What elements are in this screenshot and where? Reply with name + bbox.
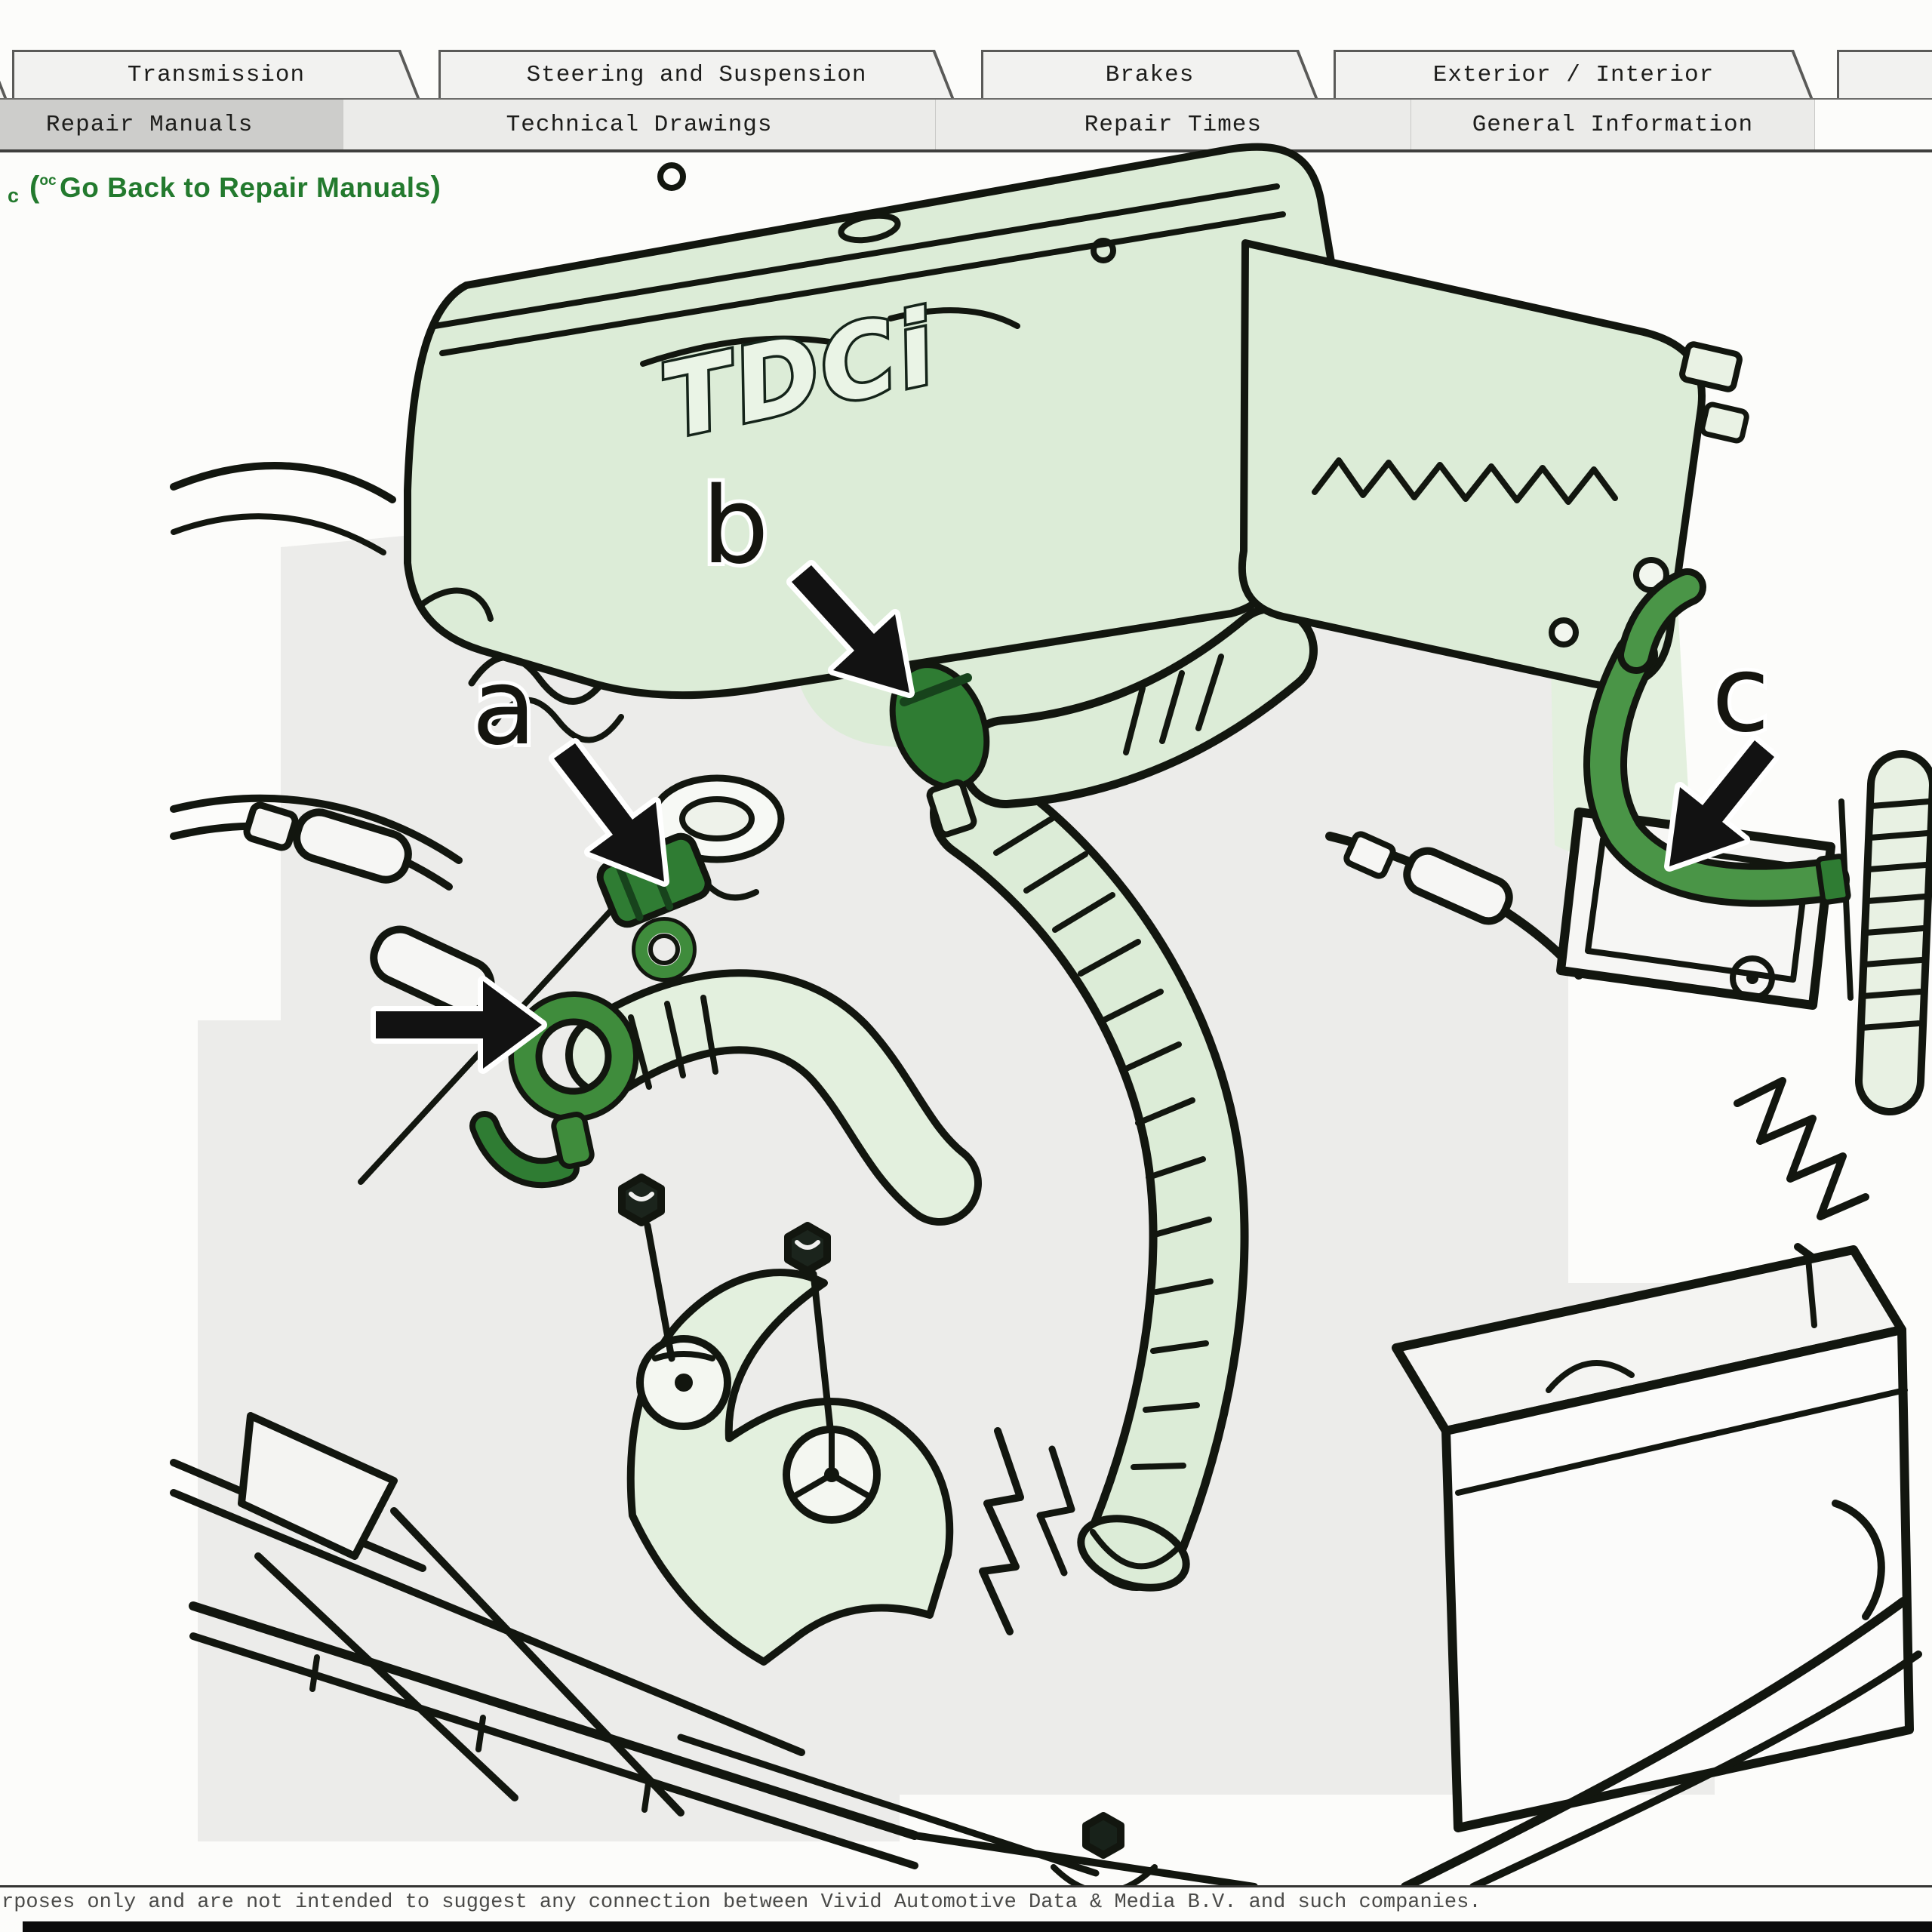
callout-letter-c: c <box>1712 633 1770 756</box>
footer-disclaimer: rposes only and are not intended to sugg… <box>2 1891 1481 1921</box>
engine-diagram: TDCi a b c <box>0 0 1932 1887</box>
engine-cover <box>408 147 1360 695</box>
callout-letter-b: b <box>702 465 769 588</box>
footer-divider <box>0 1885 1932 1887</box>
callout-letter-a: a <box>472 646 537 769</box>
footer-black-bar <box>23 1921 1932 1932</box>
